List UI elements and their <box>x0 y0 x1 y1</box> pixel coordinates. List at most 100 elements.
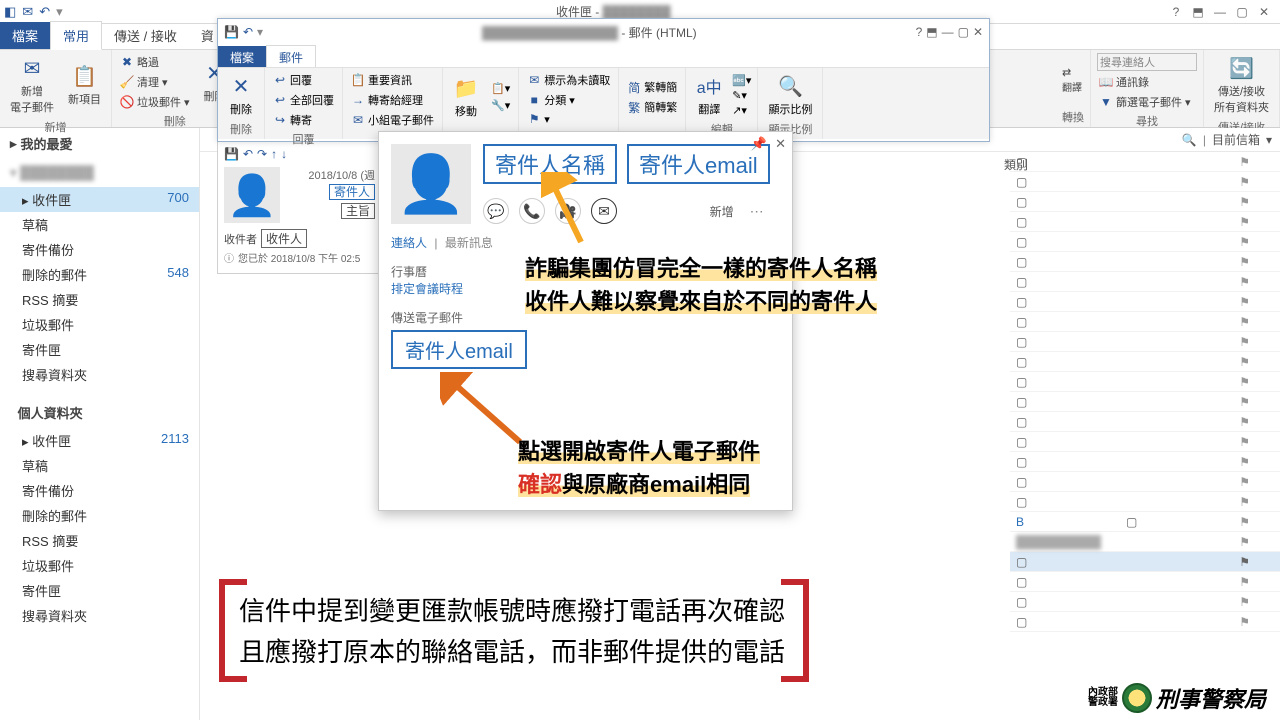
nav-folder-item[interactable]: 垃圾郵件 <box>0 553 199 578</box>
reply-all-button[interactable]: ↩全部回覆 <box>271 91 336 109</box>
nav-folder-item[interactable]: ▸ 收件匣700 <box>0 187 199 212</box>
quickstep-team-mail[interactable]: ✉小組電子郵件 <box>349 111 436 129</box>
undo-icon[interactable]: ↶ <box>243 25 253 39</box>
mail-list-row[interactable]: ▢⚑ <box>1010 312 1280 332</box>
quickstep-important[interactable]: 📋重要資訊 <box>349 71 436 89</box>
add-contact-link[interactable]: 新增 <box>710 198 734 224</box>
quickstep-to-manager[interactable]: →轉寄給經理 <box>349 91 436 109</box>
translate-button[interactable]: a中翻譯 <box>692 71 726 119</box>
nav-folder-item[interactable]: 草稿 <box>0 453 199 478</box>
nav-folder-item[interactable]: RSS 摘要 <box>0 528 199 553</box>
mail-list-row[interactable]: ▢⚑ <box>1010 332 1280 352</box>
help-icon[interactable]: ? <box>916 25 923 39</box>
nav-folder-item[interactable]: RSS 摘要 <box>0 287 199 312</box>
more-icon[interactable]: ⋯ <box>744 198 770 224</box>
chat-icon[interactable]: 💬 <box>483 198 509 224</box>
save-icon[interactable]: 💾 <box>224 25 239 39</box>
new-item-button[interactable]: 📋新項目 <box>64 61 105 109</box>
mail-list-row[interactable]: ▢⚑ <box>1010 172 1280 192</box>
reply-button[interactable]: ↩回覆 <box>271 71 336 89</box>
trad-to-simp-button[interactable]: 简繁轉簡 <box>625 78 679 96</box>
nav-folder-item[interactable]: 搜尋資料夾 <box>0 603 199 628</box>
down-icon[interactable]: ↓ <box>281 147 287 161</box>
nav-folder-item[interactable]: 刪除的郵件548 <box>0 262 199 287</box>
cleanup-button[interactable]: 🧹清理 ▾ <box>118 73 192 91</box>
sender-email-box-2[interactable]: 寄件人email <box>391 330 527 369</box>
nav-folder-item[interactable]: 搜尋資料夾 <box>0 362 199 387</box>
send-receive-icon[interactable]: ✉ <box>22 4 33 20</box>
mail-list-row[interactable]: ▢⚑ <box>1010 272 1280 292</box>
simp-to-trad-button[interactable]: 繁簡轉繁 <box>625 98 679 116</box>
nav-folder-item[interactable]: 刪除的郵件 <box>0 503 199 528</box>
mail-list-row[interactable]: ▢⚑ <box>1010 412 1280 432</box>
mail-list-row[interactable]: ▢⚑ <box>1010 292 1280 312</box>
contact-tab-recent[interactable]: 最新訊息 <box>445 236 493 250</box>
new-email-button[interactable]: ✉新增 電子郵件 <box>6 53 58 117</box>
close-icon[interactable]: ✕ <box>973 25 983 39</box>
ribbon-toggle-icon[interactable]: ⬒ <box>926 25 937 39</box>
nav-folder-item[interactable]: 草稿 <box>0 212 199 237</box>
filter-email-button[interactable]: ▼篩選電子郵件 ▾ <box>1097 93 1197 111</box>
tab-send-receive[interactable]: 傳送 / 接收 <box>102 22 189 49</box>
contact-tab-contacts[interactable]: 連絡人 <box>391 236 427 250</box>
send-receive-all-button[interactable]: 🔄傳送/接收 所有資料夾 <box>1210 53 1273 117</box>
mail-list-row[interactable]: ▢⚑ <box>1010 552 1280 572</box>
nav-folder-item[interactable]: 寄件匣 <box>0 578 199 603</box>
mail-list-row[interactable]: ▢⚑ <box>1010 212 1280 232</box>
search-icon[interactable]: 🔍 <box>1182 133 1197 147</box>
undo-icon[interactable]: ↶ <box>243 147 253 161</box>
mail-list-row[interactable]: ▢⚑ <box>1010 392 1280 412</box>
move-button[interactable]: 📁移動 <box>449 73 483 121</box>
zoom-button[interactable]: 🔍顯示比例 <box>764 71 816 119</box>
minimize-icon[interactable]: — <box>942 25 954 39</box>
popup-close-icon[interactable]: ✕ <box>775 136 786 152</box>
address-book-button[interactable]: 📖通訊錄 <box>1097 73 1197 91</box>
nav-folder-item[interactable]: 垃圾郵件 <box>0 312 199 337</box>
nav-folder-item[interactable]: 寄件備份 <box>0 478 199 503</box>
mail-list-row[interactable]: B▢⚑ <box>1010 512 1280 532</box>
mark-unread-button[interactable]: ✉標示為未讀取 <box>525 71 612 89</box>
nav-favorites-header[interactable]: ▸ 我的最愛 <box>0 128 199 159</box>
forward-button[interactable]: ↪轉寄 <box>271 111 336 129</box>
mail-list-row[interactable]: ▢⚑ <box>1010 592 1280 612</box>
redo-icon[interactable]: ↷ <box>257 147 267 161</box>
minimize-icon[interactable]: — <box>1210 5 1230 19</box>
mail-list-row[interactable]: ▢⚑ <box>1010 192 1280 212</box>
current-mailbox-dropdown[interactable]: 目前信箱 <box>1212 131 1260 148</box>
mail-list-row[interactable]: ▢⚑ <box>1010 232 1280 252</box>
tab-home[interactable]: 常用 <box>50 21 102 50</box>
mail-list-row[interactable]: ▢⚑ <box>1010 352 1280 372</box>
ignore-button[interactable]: ✖略過 <box>118 53 192 71</box>
translate-button[interactable]: ⇄翻譯 <box>1062 66 1082 94</box>
undo-icon[interactable]: ↶ <box>39 4 50 20</box>
nav-account-header[interactable]: ▾ ████████ <box>0 159 199 187</box>
ribbon-toggle-icon[interactable]: ⬒ <box>1188 5 1208 19</box>
msg-tab-file[interactable]: 檔案 <box>218 46 266 69</box>
nav-folder-item[interactable]: ▸ 收件匣2113 <box>0 428 199 453</box>
mail-list-row[interactable]: ▢⚑ <box>1010 472 1280 492</box>
contact-search-input[interactable]: 搜尋連絡人 <box>1097 53 1197 71</box>
tab-file[interactable]: 檔案 <box>0 22 50 49</box>
mail-list-row[interactable]: ██████████⚑ <box>1010 532 1280 552</box>
categorize-button[interactable]: ■分類 ▾ <box>525 91 612 109</box>
mail-list-row[interactable]: ▢⚑ <box>1010 432 1280 452</box>
mail-list-row[interactable]: ▢⚑ <box>1010 452 1280 472</box>
maximize-icon[interactable]: ▢ <box>958 25 969 39</box>
up-icon[interactable]: ↑ <box>271 147 277 161</box>
mail-list-row[interactable]: ▢⚑ <box>1010 612 1280 632</box>
save-icon[interactable]: 💾 <box>224 147 239 161</box>
mail-list-row[interactable]: ▢⚑ <box>1010 572 1280 592</box>
mail-list-row[interactable]: ▢⚑ <box>1010 372 1280 392</box>
nav-personal-header[interactable]: 個人資料夾 <box>0 397 199 428</box>
nav-folder-item[interactable]: 寄件匣 <box>0 337 199 362</box>
help-icon[interactable]: ? <box>1166 5 1186 19</box>
mail-list-row[interactable]: ▢⚑ <box>1010 152 1280 172</box>
msg-delete-button[interactable]: ✕刪除 <box>224 71 258 119</box>
close-icon[interactable]: ✕ <box>1254 5 1274 19</box>
mail-list-row[interactable]: ▢⚑ <box>1010 492 1280 512</box>
junk-button[interactable]: 🚫垃圾郵件 ▾ <box>118 93 192 111</box>
qat-dropdown-icon[interactable]: ▾ <box>56 4 63 20</box>
nav-folder-item[interactable]: 寄件備份 <box>0 237 199 262</box>
pin-icon[interactable]: 📌 <box>751 136 767 152</box>
mail-list-row[interactable]: ▢⚑ <box>1010 252 1280 272</box>
